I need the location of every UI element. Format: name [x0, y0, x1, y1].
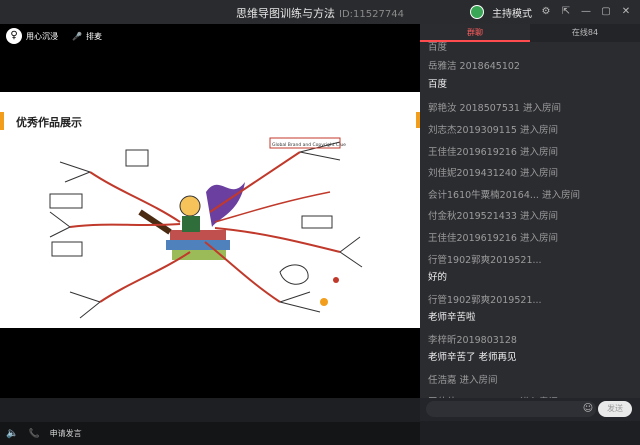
- slide-accent-bar: [0, 112, 4, 130]
- panel-tabs: 群聊 在线84: [420, 24, 640, 42]
- title-bar: 思维导图训练与方法 ID:11527744 主持模式 ⚙ ⇱ — ▢ ✕: [0, 0, 640, 24]
- popout-icon[interactable]: ⇱: [560, 6, 572, 18]
- volume-icon[interactable]: 🔈: [6, 428, 18, 439]
- settings-icon[interactable]: ⚙: [540, 6, 552, 18]
- chat-message-text: 百度: [428, 79, 448, 90]
- chat-message-text: 老师辛苦啦: [428, 312, 476, 323]
- maximize-icon[interactable]: ▢: [600, 6, 612, 18]
- slide-title-text: Global Brand and Copyright Clue: [272, 142, 346, 148]
- send-button[interactable]: 发送: [598, 401, 632, 417]
- host-mode-label[interactable]: 主持模式: [492, 5, 532, 20]
- chat-list[interactable]: 百度 岳雅洁 2018645102 百度 郭艳汝 2018507531 进入房间 刘志杰…: [420, 42, 640, 398]
- chat-message-meta: 付金秋2019521433 进入房间: [428, 211, 558, 222]
- phone-icon: 📞: [28, 428, 40, 439]
- chat-message-meta: 岳雅洁 2018645102: [428, 61, 520, 72]
- slide-heading: 优秀作品展示: [16, 116, 82, 129]
- tab-group-chat[interactable]: 群聊: [420, 24, 530, 42]
- room-id: ID:11527744: [339, 9, 404, 20]
- video-bottom-bar: 🔈 📞 申请发言: [0, 422, 420, 445]
- chat-message-meta: 行管1902郭爽2019521...: [428, 295, 542, 306]
- title-bar-controls: 主持模式 ⚙ ⇱ — ▢ ✕: [470, 3, 632, 21]
- chat-message-meta: 百度: [428, 42, 448, 53]
- mic-queue-label: 排麦: [85, 31, 102, 41]
- presentation-slide: 优秀作品展示 Global Brand and Copyright Clue: [0, 92, 420, 328]
- chat-input[interactable]: [426, 401, 596, 417]
- close-icon[interactable]: ✕: [620, 6, 632, 18]
- window-title: 思维导图训练与方法: [236, 7, 336, 20]
- channel-logo-icon: ♀: [6, 28, 22, 44]
- apply-speak-button[interactable]: 申请发言: [50, 428, 82, 439]
- chat-message-meta: 李梓昕2019803128: [428, 335, 517, 346]
- chat-message-meta: 郭艳汝 2018507531 进入房间: [428, 103, 561, 114]
- mic-queue-button[interactable]: 🎤 排麦: [72, 31, 102, 42]
- chat-input-row: ☺ 发送: [420, 398, 640, 421]
- channel-name: 用心沉浸: [26, 31, 58, 41]
- chat-message-meta: 王佳佳2019619216 进入房间: [428, 147, 558, 158]
- mindmap-drawing: Global Brand and Copyright Clue: [49, 137, 363, 319]
- video-area: ♀ 用心沉浸 🎤 排麦 优秀作品展示 Global Brand and Copy…: [0, 24, 420, 445]
- chat-message-meta: 会计1610牛粟楠20164... 进入房间: [428, 190, 580, 201]
- chat-message-meta: 王佳佳2019619216 进入房间: [428, 233, 558, 244]
- tab-online[interactable]: 在线84: [530, 24, 640, 42]
- chat-message-meta: 行管1902郭爽2019521...: [428, 255, 542, 266]
- chat-message-meta: 任浩嘉 进入房间: [428, 375, 498, 386]
- emoji-icon[interactable]: ☺: [582, 403, 594, 415]
- chat-message-meta: 刘佳妮2019431240 进入房间: [428, 168, 558, 179]
- chat-message-text: 好的: [428, 272, 448, 283]
- chat-message-meta: 刘志杰2019309115 进入房间: [428, 125, 558, 136]
- mic-icon: 🎤: [72, 31, 82, 41]
- channel-badge[interactable]: ♀ 用心沉浸: [6, 28, 58, 44]
- video-top-bar: ♀ 用心沉浸 🎤 排麦: [6, 28, 102, 44]
- minimize-icon[interactable]: —: [580, 6, 592, 18]
- chat-message-text: 老师辛苦了 老师再见: [428, 352, 517, 363]
- host-avatar[interactable]: [470, 5, 484, 19]
- chat-panel: 群聊 在线84 百度 岳雅洁 2018645102 百度 郭艳汝 2018507531…: [420, 24, 640, 421]
